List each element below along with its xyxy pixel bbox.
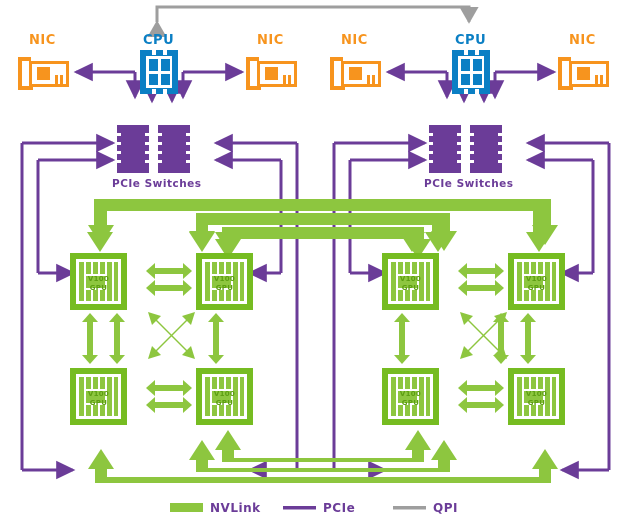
cpu-icon-1 — [140, 50, 178, 94]
gpu-label-line1: V100 — [526, 275, 547, 283]
legend-swatch-pcie — [283, 506, 316, 510]
nic-icon-4 — [558, 57, 609, 90]
gpu-label-line1: V100 — [400, 390, 421, 398]
nic-label-3: NIC — [341, 33, 368, 48]
gpu-label-line2: GPU — [402, 399, 419, 407]
gpu-label-line1: V100 — [214, 275, 235, 283]
gpu-label-line2: GPU — [90, 284, 107, 292]
gpu-block-2: V100 GPU — [196, 253, 253, 310]
nic-label-2: NIC — [257, 33, 284, 48]
legend-swatch-nvlink — [170, 503, 203, 512]
gpu-label-line2: GPU — [216, 399, 233, 407]
gpu-block-4: V100 GPU — [196, 368, 253, 425]
legend-label-pcie: PCIe — [323, 501, 356, 515]
nic-label-4: NIC — [569, 33, 596, 48]
gpu-block-5: V100 GPU — [382, 253, 439, 310]
pcie-links-right-gpus — [332, 133, 611, 480]
gpu-label-line1: V100 — [400, 275, 421, 283]
gpu-label-line1: V100 — [88, 275, 109, 283]
legend-swatch-qpi — [393, 506, 426, 510]
gpu-block-7: V100 GPU — [382, 368, 439, 425]
pcie-switch-chips-left — [117, 125, 190, 173]
gpu-label-line1: V100 — [526, 390, 547, 398]
nvlink-bottom-buses — [88, 430, 558, 483]
gpu-label-line1: V100 — [88, 390, 109, 398]
gpu-block-1: V100 GPU — [70, 253, 127, 310]
legend-swatches — [170, 503, 426, 512]
gpu-label-line2: GPU — [528, 284, 545, 292]
cpu-label-1: CPU — [143, 33, 175, 48]
diagram-canvas: V100 GPU V100 GPU V100 GPU V100 GPU V100… — [18, 5, 611, 512]
nic-label-1: NIC — [29, 33, 56, 48]
gpu-label-line2: GPU — [402, 284, 419, 292]
nic-icon-1 — [18, 57, 69, 90]
legend-label-qpi: QPI — [433, 501, 458, 515]
cpu-icon-2 — [452, 50, 490, 94]
cpu-label-2: CPU — [455, 33, 487, 48]
pcie-switches-label-right: PCIe Switches — [424, 178, 514, 190]
gpu-block-8: V100 GPU — [508, 368, 565, 425]
gpu-label-line1: V100 — [214, 390, 235, 398]
gpu-label-line2: GPU — [216, 284, 233, 292]
topology-diagram: V100 GPU V100 GPU V100 GPU V100 GPU V100… — [0, 0, 626, 521]
nic-icon-3 — [330, 57, 381, 90]
qpi-link — [147, 5, 479, 37]
gpu-label-line2: GPU — [90, 399, 107, 407]
gpu-label-line2: GPU — [528, 399, 545, 407]
nic-icon-2 — [246, 57, 297, 90]
gpu-block-6: V100 GPU — [508, 253, 565, 310]
pcie-links-left-gpus — [20, 133, 299, 480]
pcie-switches-label-left: PCIe Switches — [112, 178, 202, 190]
nvlink-top-buses — [88, 199, 558, 259]
pcie-switch-chips-right — [429, 125, 502, 173]
legend-label-nvlink: NVLink — [210, 501, 261, 515]
gpu-block-3: V100 GPU — [70, 368, 127, 425]
